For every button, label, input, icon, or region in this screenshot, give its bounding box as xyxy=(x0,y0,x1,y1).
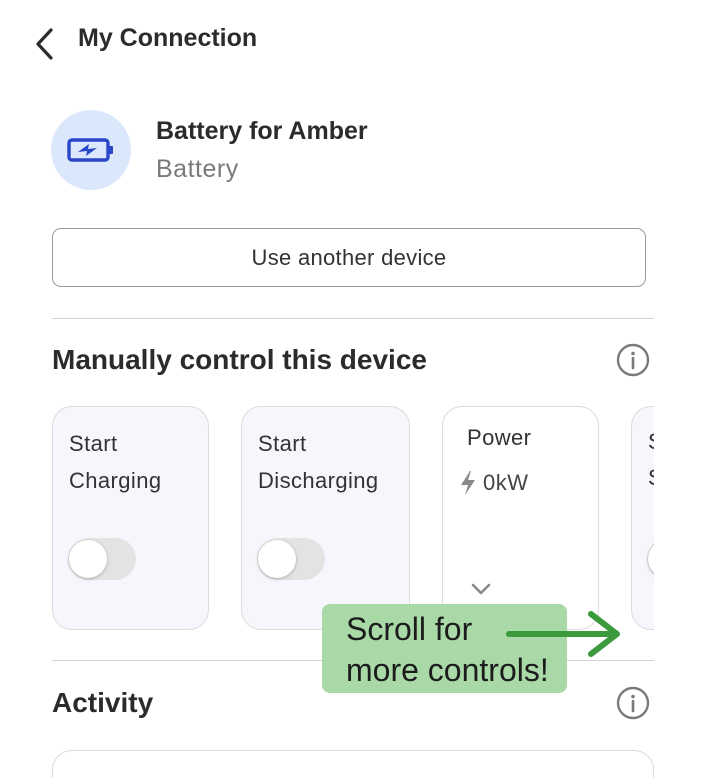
next-control-toggle[interactable] xyxy=(647,538,654,580)
activity-card[interactable] xyxy=(52,750,654,778)
manual-control-title: Manually control this device xyxy=(52,344,427,375)
card-label-line: Start xyxy=(258,431,307,456)
start-discharging-toggle[interactable] xyxy=(257,538,325,580)
battery-charging-icon xyxy=(67,138,113,162)
card-label-fragment: S xyxy=(648,429,654,455)
card-label-line: Discharging xyxy=(258,468,379,493)
device-type: Battery xyxy=(156,155,239,183)
power-value-row: 0kW xyxy=(459,470,529,496)
divider xyxy=(52,318,654,319)
card-label-fragment: S xyxy=(648,465,654,491)
use-another-device-button[interactable]: Use another device xyxy=(52,228,646,287)
back-button[interactable] xyxy=(30,26,60,62)
start-discharging-card: Start Discharging xyxy=(241,406,410,630)
start-charging-toggle[interactable] xyxy=(68,538,136,580)
device-avatar xyxy=(51,110,131,190)
power-value: 0kW xyxy=(483,470,529,495)
arrow-right-icon xyxy=(506,611,620,657)
activity-title: Activity xyxy=(52,687,154,718)
page-title: My Connection xyxy=(78,24,258,52)
toggle-knob xyxy=(258,540,296,578)
power-card[interactable]: Power 0kW xyxy=(442,406,599,630)
chevron-left-icon xyxy=(36,28,53,60)
start-charging-card: Start Charging xyxy=(52,406,209,630)
power-label: Power xyxy=(467,425,532,450)
start-charging-label: Start Charging xyxy=(69,425,219,499)
card-label-line: Charging xyxy=(69,468,162,493)
toggle-knob xyxy=(69,540,107,578)
controls-carousel[interactable]: Start Charging Start Discharging Power 0… xyxy=(52,406,654,632)
next-control-card[interactable]: S S xyxy=(631,406,654,630)
lightning-icon xyxy=(461,471,475,495)
card-label-line: Start xyxy=(69,431,118,456)
chevron-down-icon[interactable] xyxy=(469,579,493,599)
toggle-knob xyxy=(648,540,654,578)
info-icon[interactable] xyxy=(616,686,650,720)
device-name: Battery for Amber xyxy=(156,117,368,145)
info-icon[interactable] xyxy=(616,343,650,377)
start-discharging-label: Start Discharging xyxy=(258,425,408,499)
